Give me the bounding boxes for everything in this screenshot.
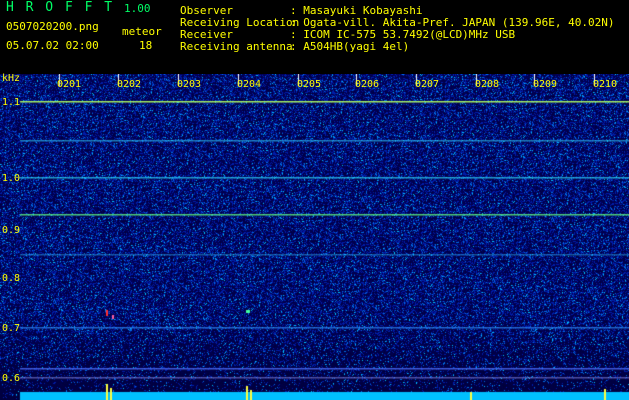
info-label-antenna: Receiving antenna — [180, 40, 293, 53]
spectrogram-plot — [0, 74, 629, 400]
y-tick-label: 1.1 — [2, 97, 21, 108]
y-tick-label: 1.0 — [2, 173, 21, 184]
meteor-count: 18 — [139, 39, 153, 52]
x-tick-label: 0205 — [297, 79, 322, 90]
y-tick-label: 0.9 — [2, 225, 21, 236]
mode-label: meteor — [122, 25, 162, 38]
x-tick-label: 0204 — [237, 79, 262, 90]
y-tick-label: 0.8 — [2, 273, 21, 284]
x-tick-label: 0209 — [533, 79, 558, 90]
x-tick-label: 0202 — [117, 79, 142, 90]
info-value-antenna: : A504HB(yagi 4el) — [290, 40, 410, 53]
x-tick-label: 0203 — [177, 79, 202, 90]
y-tick-label: 0.6 — [2, 373, 21, 384]
axis-unit-label: kHz — [2, 73, 21, 84]
x-tick-label: 0201 — [57, 79, 82, 90]
x-tick-label: 0206 — [355, 79, 380, 90]
app-name: H R O F F T — [6, 0, 115, 15]
x-tick-label: 0210 — [593, 79, 618, 90]
date-time: 05.07.02 02:00 — [6, 39, 99, 52]
x-tick-label: 0208 — [475, 79, 500, 90]
app-version: 1.00 — [124, 2, 151, 15]
file-name: 0507020200.png — [6, 20, 99, 33]
x-tick-label: 0207 — [415, 79, 440, 90]
header-panel: H R O F F T 1.00 0507020200.png meteor 0… — [0, 0, 629, 74]
y-tick-label: 0.7 — [2, 323, 21, 334]
